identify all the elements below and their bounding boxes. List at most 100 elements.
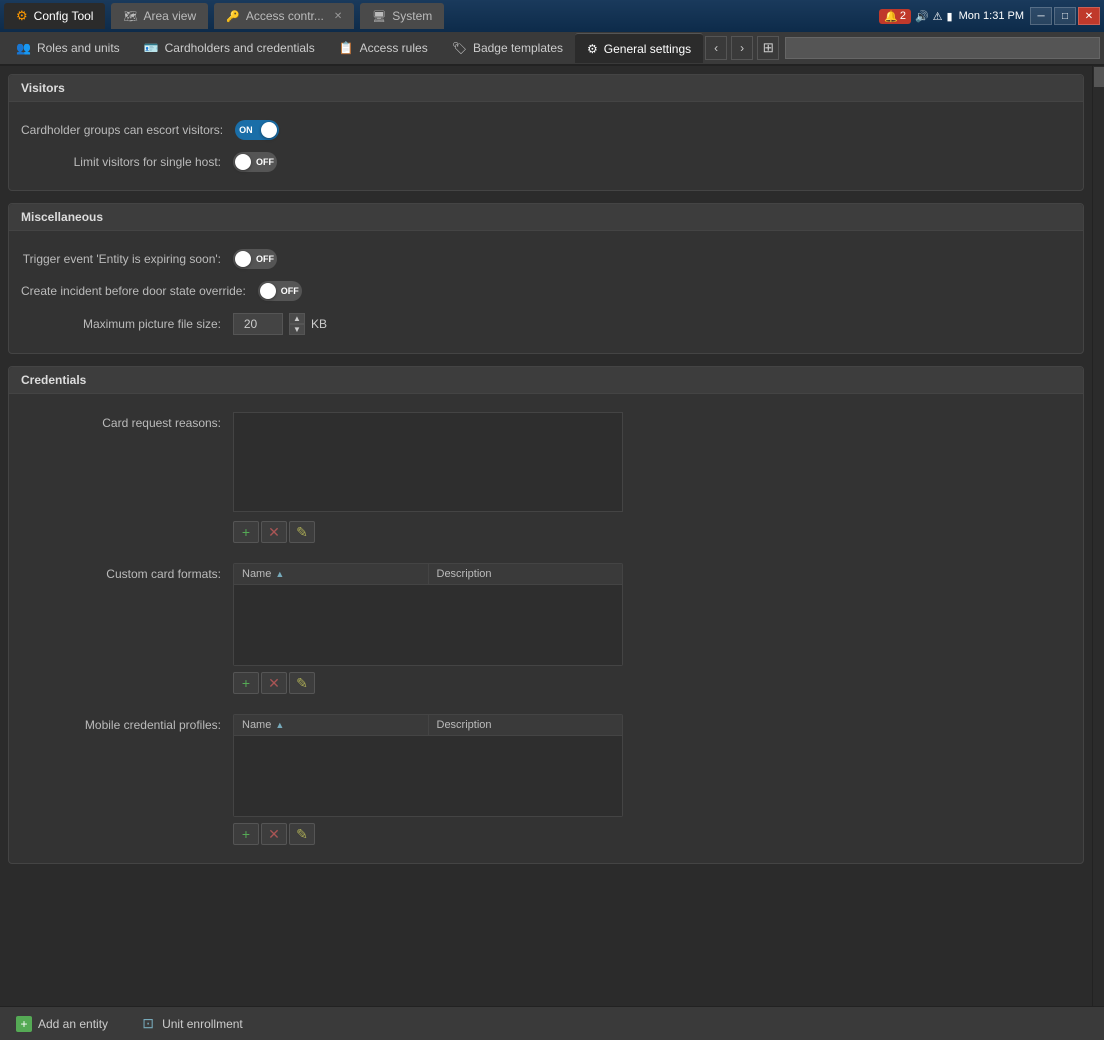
create-incident-toggle-track[interactable]: OFF (258, 281, 302, 301)
area-view-icon: 🗺 (123, 10, 137, 23)
scroll-area[interactable]: Visitors Cardholder groups can escort vi… (0, 66, 1092, 1006)
mobile-desc-col[interactable]: Description (429, 715, 623, 735)
card-request-row: Card request reasons: + ✕ ✎ (21, 406, 1071, 549)
card-request-edit-button[interactable]: ✎ (289, 521, 315, 543)
custom-card-add-button[interactable]: + (233, 672, 259, 694)
mobile-name-col[interactable]: Name ▲ (234, 715, 429, 735)
custom-card-edit-button[interactable]: ✎ (289, 672, 315, 694)
spinner-buttons: ▲ ▼ (289, 313, 305, 335)
cardholders-label: Cardholders and credentials (165, 41, 315, 55)
app-tab-system[interactable]: 🖥 System (360, 3, 444, 29)
maximize-button[interactable]: □ (1054, 7, 1076, 25)
access-rules-label: Access rules (360, 41, 428, 55)
close-button[interactable]: ✕ (1078, 7, 1100, 25)
visitors-section-header: Visitors (9, 75, 1083, 102)
tab-cardholders[interactable]: 🪪 Cardholders and credentials (132, 33, 327, 63)
escort-visitors-toggle[interactable]: ON (235, 120, 279, 140)
roles-label: Roles and units (37, 41, 120, 55)
entity-expiring-label: Trigger event 'Entity is expiring soon': (21, 252, 221, 266)
badge-label: Badge templates (473, 41, 563, 55)
config-tool-icon: ⚙ (16, 8, 28, 24)
custom-card-container: Name ▲ Description + ✕ (233, 563, 1071, 694)
card-request-remove-button[interactable]: ✕ (261, 521, 287, 543)
nav-prev-button[interactable]: ‹ (705, 36, 727, 60)
max-picture-label: Maximum picture file size: (21, 317, 221, 331)
limit-visitors-toggle-track[interactable]: OFF (233, 152, 277, 172)
mobile-desc-label: Description (437, 719, 492, 731)
mobile-credential-list-body (234, 736, 622, 816)
notification-area: 🔔 2 🔊 ⚠ ▮ (879, 9, 952, 24)
roles-icon: 👥 (16, 41, 31, 55)
minimize-button[interactable]: ─ (1030, 7, 1052, 25)
add-entity-icon: + (16, 1016, 32, 1032)
custom-card-desc-col[interactable]: Description (429, 564, 623, 584)
custom-card-list: Name ▲ Description (233, 563, 623, 666)
nav-grid-button[interactable]: ⊞ (757, 36, 779, 60)
access-control-close-icon[interactable]: ✕ (334, 11, 342, 22)
tab-roles-and-units[interactable]: 👥 Roles and units (4, 33, 132, 63)
add-entity-label: Add an entity (38, 1017, 108, 1031)
warning-icon: ⚠ (933, 10, 943, 23)
card-request-label: Card request reasons: (21, 412, 221, 430)
add-entity-button[interactable]: + Add an entity (8, 1012, 116, 1036)
card-request-add-button[interactable]: + (233, 521, 259, 543)
escort-toggle-knob (261, 122, 277, 138)
badge-icon: 🏷 (452, 41, 467, 55)
entity-expiring-toggle[interactable]: OFF (233, 249, 277, 269)
mobile-credential-list-header: Name ▲ Description (234, 715, 622, 736)
max-picture-input[interactable]: 20 (233, 313, 283, 335)
escort-visitors-row: Cardholder groups can escort visitors: O… (21, 114, 1071, 146)
credentials-section-header: Credentials (9, 367, 1083, 394)
create-incident-off-label: OFF (281, 286, 299, 296)
app-tab-area-view[interactable]: 🗺 Area view (111, 3, 208, 29)
create-incident-toggle[interactable]: OFF (258, 281, 302, 301)
scrollbar[interactable] (1092, 66, 1104, 1006)
nav-search-input[interactable] (785, 37, 1100, 59)
general-settings-icon: ⚙ (587, 42, 598, 56)
mobile-credential-remove-button[interactable]: ✕ (261, 823, 287, 845)
nav-tabs: 👥 Roles and units 🪪 Cardholders and cred… (0, 32, 1104, 66)
window-controls: ─ □ ✕ (1030, 7, 1100, 25)
tab-badge-templates[interactable]: 🏷 Badge templates (440, 33, 575, 63)
escort-visitors-toggle-track[interactable]: ON (235, 120, 279, 140)
create-incident-knob (260, 283, 276, 299)
escort-visitors-label: Cardholder groups can escort visitors: (21, 123, 223, 137)
scroll-thumb[interactable] (1094, 67, 1104, 87)
custom-card-toolbar: + ✕ ✎ (233, 672, 1071, 694)
mobile-credential-add-button[interactable]: + (233, 823, 259, 845)
limit-visitors-label: Limit visitors for single host: (21, 155, 221, 169)
cardholders-icon: 🪪 (144, 41, 159, 55)
visitors-section: Visitors Cardholder groups can escort vi… (8, 74, 1084, 191)
entity-expiring-row: Trigger event 'Entity is expiring soon':… (21, 243, 1071, 275)
nav-next-button[interactable]: › (731, 36, 753, 60)
mobile-name-label: Name (242, 719, 271, 731)
config-tool-label: Config Tool (34, 9, 94, 23)
unit-enrollment-button[interactable]: ⊡ Unit enrollment (132, 1012, 251, 1036)
create-incident-label: Create incident before door state overri… (21, 284, 246, 298)
mobile-credential-row: Mobile credential profiles: Name ▲ Descr… (21, 708, 1071, 851)
taskbar: ⚙ Config Tool 🗺 Area view 🔑 Access contr… (0, 0, 1104, 32)
custom-card-remove-button[interactable]: ✕ (261, 672, 287, 694)
app-tab-access-control[interactable]: 🔑 Access contr... ✕ (214, 3, 354, 29)
spinner-down-button[interactable]: ▼ (289, 324, 305, 335)
card-request-textarea[interactable] (233, 412, 623, 512)
access-control-icon: 🔑 (226, 10, 240, 23)
tab-general-settings[interactable]: ⚙ General settings (575, 33, 703, 63)
mobile-credential-edit-button[interactable]: ✎ (289, 823, 315, 845)
bottom-bar: + Add an entity ⊡ Unit enrollment (0, 1006, 1104, 1040)
credentials-section-body: Card request reasons: + ✕ ✎ Custom card … (9, 394, 1083, 863)
card-request-toolbar: + ✕ ✎ (233, 521, 1071, 543)
app-tab-config-tool[interactable]: ⚙ Config Tool (4, 3, 105, 29)
entity-expiring-knob (235, 251, 251, 267)
limit-visitors-toggle[interactable]: OFF (233, 152, 277, 172)
custom-card-name-col[interactable]: Name ▲ (234, 564, 429, 584)
visitors-title: Visitors (21, 81, 65, 95)
alert-icon: 🔔 (884, 10, 898, 23)
tab-access-rules[interactable]: 📋 Access rules (327, 33, 440, 63)
entity-expiring-toggle-track[interactable]: OFF (233, 249, 277, 269)
spinner-up-button[interactable]: ▲ (289, 313, 305, 324)
custom-card-list-body (234, 585, 622, 665)
access-control-label: Access contr... (246, 9, 324, 23)
battery-icon: ▮ (947, 10, 953, 23)
custom-card-desc-label: Description (437, 568, 492, 580)
